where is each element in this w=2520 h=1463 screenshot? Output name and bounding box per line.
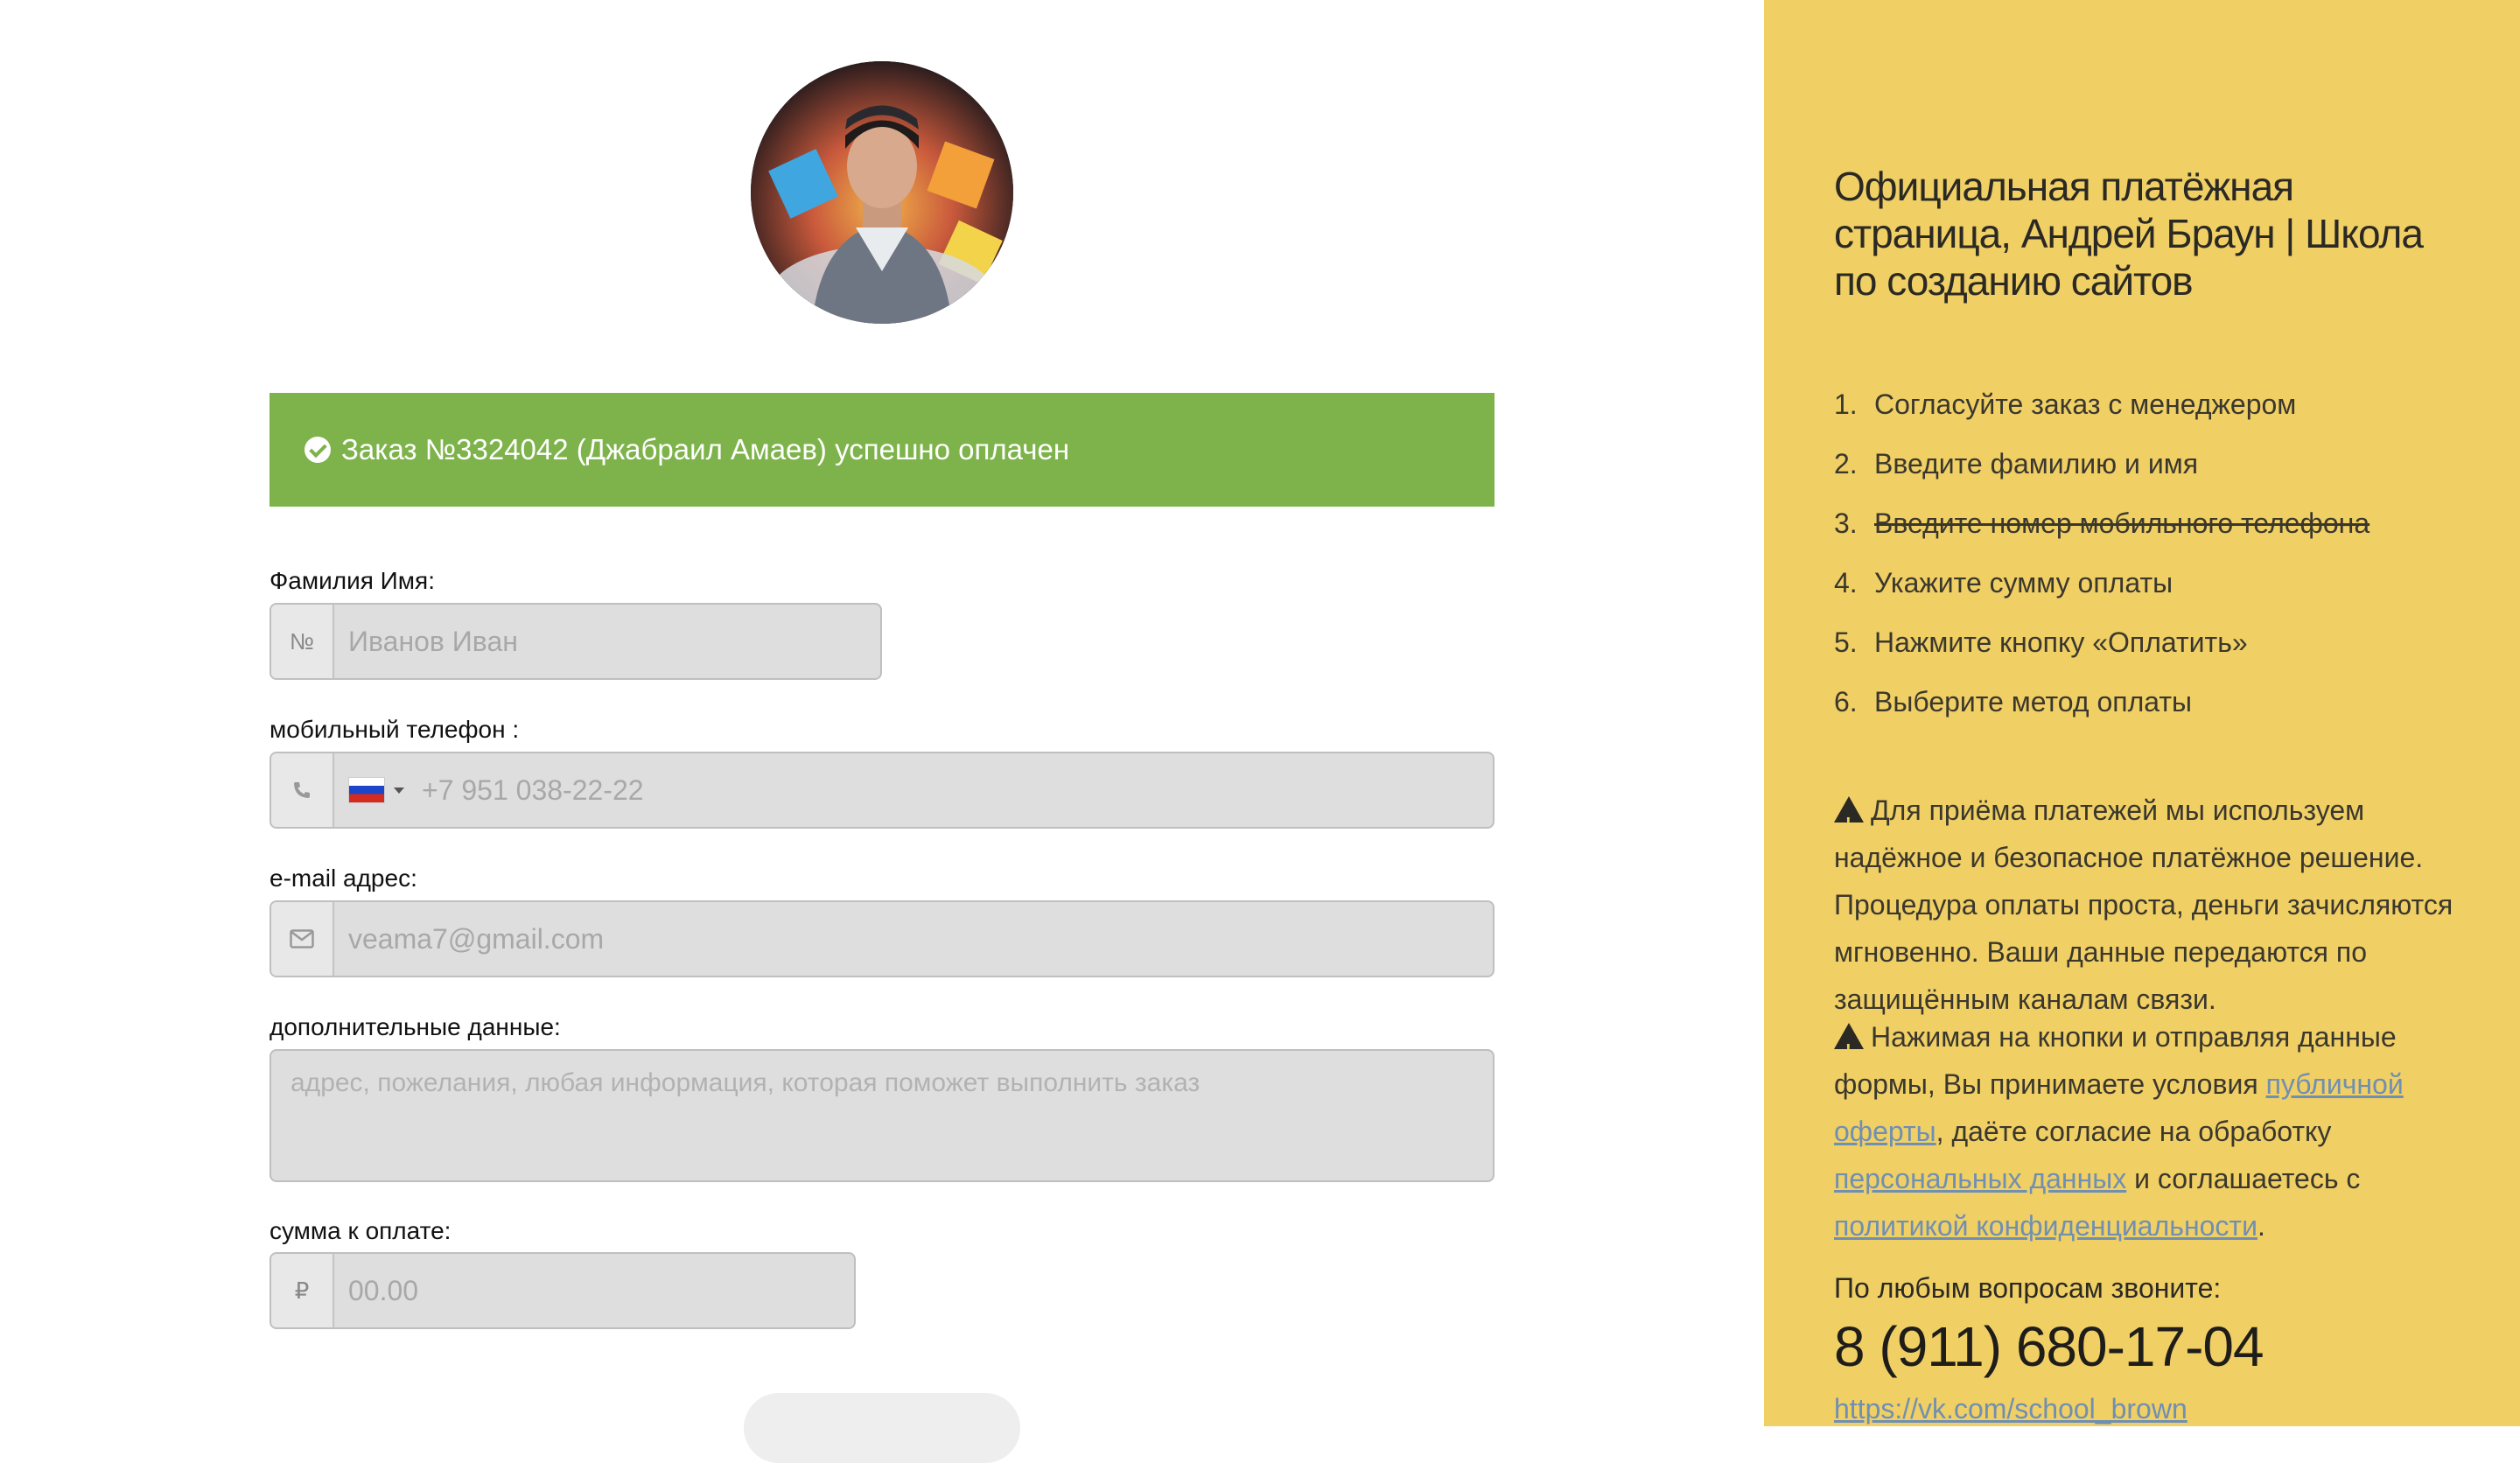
vk-link[interactable]: https://vk.com/school_brown	[1834, 1393, 2188, 1425]
panel-title: Официальная платёжная страница, Андрей Б…	[1834, 164, 2424, 304]
number-sign-icon: №	[271, 605, 334, 678]
email-field: veama7@gmail.com	[270, 900, 1494, 977]
privacy-policy-link[interactable]: политикой конфиденциальности	[1834, 1210, 2258, 1242]
email-label: e-mail адрес:	[270, 864, 417, 892]
security-notice: Для приёма платежей мы используем надёжн…	[1834, 787, 2464, 1023]
step-item: 5. Нажмите кнопку «Оплатить»	[1834, 626, 2248, 658]
warning-icon	[1834, 1023, 1864, 1074]
name-field: № Иванов Иван	[270, 603, 882, 680]
steps-list: 1. Согласуйте заказ с менеджером 2. Введит…	[1834, 374, 2370, 732]
name-input[interactable]: Иванов Иван	[334, 605, 880, 678]
terms-notice: Нажимая на кнопки и отправляя данные фор…	[1834, 1013, 2464, 1250]
avatar-photo	[751, 61, 1013, 324]
phone-value: +7 951 038-22-22	[422, 774, 644, 806]
country-dropdown-caret-icon[interactable]	[394, 787, 404, 794]
email-input[interactable]: veama7@gmail.com	[334, 902, 1493, 976]
step-item: 6. Выберите метод оплаты	[1834, 685, 2192, 718]
extra-data-textarea[interactable]: адрес, пожелания, любая информация, кото…	[270, 1049, 1494, 1182]
amount-label: сумма к оплате:	[270, 1217, 452, 1244]
pay-button[interactable]	[744, 1393, 1020, 1463]
check-circle-icon	[304, 437, 331, 463]
name-label: Фамилия Имя:	[270, 567, 435, 594]
extra-label: дополнительные данные:	[270, 1013, 561, 1040]
phone-input[interactable]: +7 951 038-22-22	[334, 753, 1493, 827]
amount-field: ₽ 00.00	[270, 1252, 856, 1329]
phone-field: +7 951 038-22-22	[270, 752, 1494, 829]
success-message: Заказ №3324042 (Джабраил Амаев) успешно …	[341, 433, 1070, 466]
contact-label: По любым вопросам звоните:	[1834, 1272, 2222, 1304]
payment-success-banner: Заказ №3324042 (Джабраил Амаев) успешно …	[270, 393, 1494, 507]
step-item: 1. Согласуйте заказ с менеджером	[1834, 388, 2297, 420]
info-panel: Официальная платёжная страница, Андрей Б…	[1764, 0, 2520, 1426]
avatar	[751, 61, 1013, 324]
ruble-icon: ₽	[271, 1254, 334, 1327]
phone-icon	[271, 753, 334, 827]
contact-phone[interactable]: 8 (911) 680-17-04	[1834, 1314, 2264, 1379]
step-item: 3. Введите номер мобильного телефона	[1834, 507, 2370, 539]
amount-input[interactable]: 00.00	[334, 1254, 854, 1327]
russia-flag-icon[interactable]	[348, 777, 385, 803]
step-item: 2. Введите фамилию и имя	[1834, 447, 2199, 480]
phone-label: мобильный телефон :	[270, 716, 520, 743]
envelope-icon	[271, 902, 334, 976]
personal-data-link[interactable]: персональных данных	[1834, 1163, 2126, 1194]
warning-icon	[1834, 796, 1864, 848]
step-item: 4. Укажите сумму оплаты	[1834, 566, 2174, 598]
